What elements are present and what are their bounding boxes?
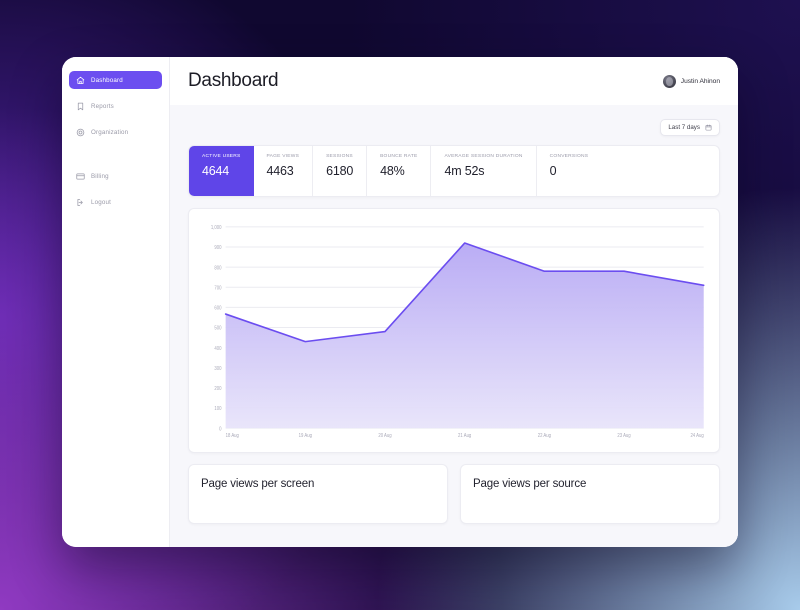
page-views-per-source-card: Page views per source [460, 464, 720, 524]
svg-text:200: 200 [214, 386, 221, 393]
sidebar-item-label: Reports [91, 102, 114, 110]
sidebar-item-dashboard[interactable]: Dashboard [69, 71, 162, 89]
sidebar-divider-space [69, 149, 162, 167]
svg-text:24 Aug: 24 Aug [690, 433, 704, 440]
bottom-cards-row: Page views per screen Page views per sou… [188, 464, 720, 524]
stat-average-session-duration[interactable]: AVERAGE SESSION DURATION 4m 52s [431, 146, 537, 196]
topbar: Dashboard Justin Ahinon [170, 57, 738, 105]
stat-conversions[interactable]: CONVERSIONS 0 [537, 146, 602, 196]
stat-label: CONVERSIONS [549, 154, 589, 159]
stat-sessions[interactable]: SESSIONS 6180 [313, 146, 368, 196]
dashboard-content: Last 7 days ACTIVE USERS 4644 PAGE VIEWS [170, 105, 738, 547]
target-icon [76, 128, 85, 137]
avatar [662, 74, 676, 88]
svg-text:100: 100 [214, 406, 221, 413]
svg-text:22 Aug: 22 Aug [538, 433, 552, 440]
sidebar-item-label: Organization [91, 128, 129, 136]
page-views-per-screen-card: Page views per screen [188, 464, 448, 524]
svg-text:19 Aug: 19 Aug [299, 433, 313, 440]
sidebar-item-label: Logout [91, 198, 112, 206]
main-area: Dashboard Justin Ahinon Last 7 days ACTI… [170, 57, 738, 547]
page-title: Dashboard [188, 70, 279, 91]
svg-text:20 Aug: 20 Aug [378, 433, 392, 440]
sidebar-item-label: Dashboard [91, 76, 123, 84]
svg-text:1,000: 1,000 [211, 225, 222, 232]
svg-text:23 Aug: 23 Aug [617, 433, 631, 440]
date-range-label: Last 7 days [668, 124, 700, 131]
svg-text:300: 300 [214, 366, 221, 373]
svg-text:400: 400 [214, 345, 221, 352]
stat-value: 48% [380, 164, 405, 178]
sidebar-item-label: Billing [91, 172, 109, 180]
sidebar-item-billing[interactable]: Billing [69, 167, 162, 185]
calendar-icon [705, 124, 712, 131]
chart-area: 0 100 200 300 400 500 600 700 800 900 1,000 18 Aug 1… [201, 219, 707, 446]
stat-bounce-rate[interactable]: BOUNCE RATE 48% [367, 146, 432, 196]
area-chart[interactable]: 0 100 200 300 400 500 600 700 800 900 1,000 18 Aug 1… [201, 219, 707, 446]
date-range-selector[interactable]: Last 7 days [660, 119, 720, 136]
stat-page-views[interactable]: PAGE VIEWS 4463 [254, 146, 314, 196]
svg-text:600: 600 [214, 305, 221, 312]
home-icon [76, 76, 85, 85]
credit-card-icon [76, 172, 85, 181]
app-window: Dashboard Reports Organization Billing L… [62, 57, 738, 547]
stats-strip: ACTIVE USERS 4644 PAGE VIEWS 4463 SESSIO… [188, 145, 720, 197]
svg-text:0: 0 [219, 426, 222, 433]
svg-text:500: 500 [214, 325, 221, 332]
user-name: Justin Ahinon [680, 77, 720, 85]
logout-icon [76, 198, 85, 207]
stat-active-users[interactable]: ACTIVE USERS 4644 [189, 146, 254, 196]
card-title: Page views per screen [201, 478, 315, 490]
svg-text:900: 900 [214, 245, 221, 252]
svg-text:800: 800 [214, 265, 221, 272]
stat-label: BOUNCE RATE [380, 154, 418, 159]
filter-row: Last 7 days [188, 105, 720, 145]
card-title: Page views per source [473, 478, 587, 490]
stat-label: SESSIONS [326, 154, 353, 159]
stat-value: 4m 52s [444, 164, 485, 178]
stat-label: PAGE VIEWS [266, 154, 300, 159]
stat-value: 4644 [202, 164, 230, 178]
active-users-chart-card: 0 100 200 300 400 500 600 700 800 900 1,000 18 Aug 1… [188, 208, 720, 453]
stat-value: 4463 [266, 164, 294, 178]
user-menu[interactable]: Justin Ahinon [662, 74, 720, 88]
stat-label: ACTIVE USERS [202, 154, 241, 159]
sidebar-item-organization[interactable]: Organization [69, 123, 162, 141]
stat-label: AVERAGE SESSION DURATION [444, 154, 523, 159]
sidebar: Dashboard Reports Organization Billing L… [62, 57, 170, 547]
svg-text:18 Aug: 18 Aug [226, 433, 240, 440]
stat-value: 6180 [326, 164, 354, 178]
sidebar-item-logout[interactable]: Logout [69, 193, 162, 211]
bookmark-icon [76, 102, 85, 111]
sidebar-item-reports[interactable]: Reports [69, 97, 162, 115]
stat-value: 0 [549, 164, 557, 178]
svg-text:21 Aug: 21 Aug [458, 433, 472, 440]
svg-text:700: 700 [214, 285, 221, 292]
